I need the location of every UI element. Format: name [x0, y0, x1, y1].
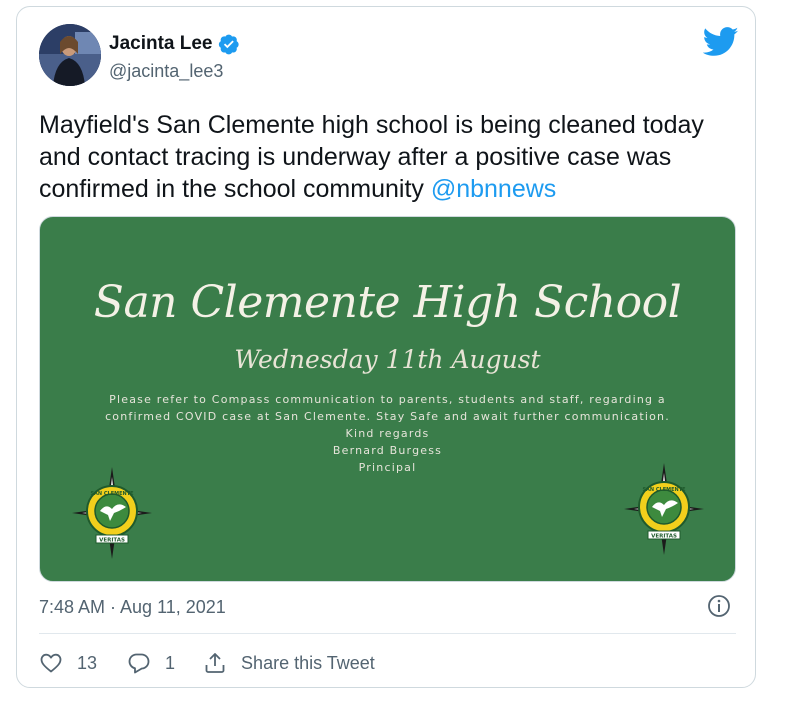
image-body-line: Bernard Burgess — [332, 444, 443, 457]
svg-text:VERITAS: VERITAS — [651, 534, 677, 540]
twitter-bird-icon[interactable] — [703, 27, 739, 57]
svg-text:SAN CLEMENTE: SAN CLEMENTE — [642, 487, 686, 493]
reply-button[interactable]: 1 — [127, 651, 175, 675]
author-name[interactable]: Jacinta Lee — [109, 33, 213, 55]
image-body-line: confirmed COVID case at San Clemente. St… — [105, 410, 670, 423]
tweet-actions: 13 1 Share this Tweet — [39, 649, 375, 677]
share-icon — [205, 653, 225, 673]
tweet-card: Jacinta Lee @jacinta_lee3 Mayfield's San… — [16, 6, 756, 688]
image-date: Wednesday 11th August — [234, 345, 541, 374]
tweet-body: Mayfield's San Clemente high school is b… — [39, 111, 704, 203]
mention-link[interactable]: @nbnnews — [431, 175, 556, 203]
reply-count: 1 — [165, 652, 176, 673]
image-title: San Clemente High School — [93, 277, 682, 328]
author-handle[interactable]: @jacinta_lee3 — [109, 61, 223, 82]
avatar[interactable] — [39, 24, 101, 86]
tweet-image[interactable]: San Clemente High School Wednesday 11th … — [39, 216, 736, 582]
verified-badge-icon — [218, 34, 239, 55]
heart-icon — [40, 653, 62, 673]
like-button[interactable]: 13 — [39, 651, 97, 675]
share-button[interactable]: Share this Tweet — [203, 651, 375, 675]
info-icon[interactable] — [707, 594, 731, 618]
svg-text:VERITAS: VERITAS — [99, 538, 125, 544]
school-crest-icon: SAN CLEMENTE VERITAS — [624, 463, 704, 555]
reply-icon — [128, 653, 150, 674]
divider — [39, 633, 736, 634]
image-body-line: Kind regards — [345, 427, 430, 440]
image-body-line: Please refer to Compass communication to… — [109, 393, 666, 406]
tweet-timestamp[interactable]: 7:48 AM · Aug 11, 2021 — [39, 597, 226, 618]
tweet-text: Mayfield's San Clemente high school is b… — [39, 109, 739, 205]
share-label: Share this Tweet — [241, 652, 375, 673]
svg-text:SAN CLEMENTE: SAN CLEMENTE — [90, 491, 134, 497]
school-crest-icon: SAN CLEMENTE VERITAS — [72, 467, 152, 559]
like-count: 13 — [77, 652, 98, 673]
